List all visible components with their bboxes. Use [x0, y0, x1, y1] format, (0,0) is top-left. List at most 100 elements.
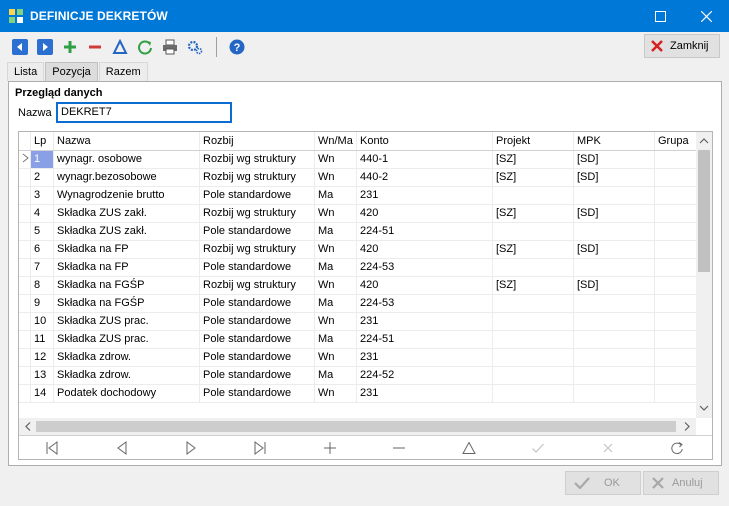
cell-nazwa[interactable]: Składka ZUS prac.: [53, 330, 200, 349]
cell-konto[interactable]: 420: [356, 240, 493, 259]
cell-projekt[interactable]: [SZ]: [492, 204, 574, 223]
cell-konto[interactable]: 420: [356, 276, 493, 295]
cell-projekt[interactable]: [SZ]: [492, 240, 574, 259]
table-row[interactable]: 12 Składka zdrow. Pole standardowe Wn 231: [19, 348, 705, 367]
cell-wnma[interactable]: Wn: [314, 204, 357, 223]
cell-nazwa[interactable]: Składka na FP: [53, 258, 200, 277]
cell-lp[interactable]: 13: [30, 366, 54, 385]
cell-wnma[interactable]: Wn: [314, 384, 357, 403]
cell-mpk[interactable]: [573, 330, 655, 349]
ok-button[interactable]: OK: [565, 471, 641, 495]
table-row[interactable]: 11 Składka ZUS prac. Pole standardowe Ma 224…: [19, 330, 705, 349]
cell-projekt[interactable]: [492, 384, 574, 403]
print-button[interactable]: [161, 38, 179, 56]
cell-rozbij[interactable]: Pole standardowe: [199, 348, 315, 367]
cell-projekt[interactable]: [492, 312, 574, 331]
cell-konto[interactable]: 224-51: [356, 330, 493, 349]
scroll-down-icon[interactable]: [696, 402, 712, 414]
cell-rozbij[interactable]: Rozbij wg struktury: [199, 168, 315, 187]
cell-mpk[interactable]: [573, 366, 655, 385]
tab-razem[interactable]: Razem: [98, 62, 148, 81]
cell-konto[interactable]: 231: [356, 186, 493, 205]
cell-rozbij[interactable]: Pole standardowe: [199, 186, 315, 205]
cell-lp[interactable]: 1: [30, 150, 54, 169]
cell-konto[interactable]: 440-1: [356, 150, 493, 169]
table-row[interactable]: 1 wynagr. osobowe Rozbij wg struktury Wn 440…: [19, 150, 705, 169]
close-button[interactable]: Zamknij: [644, 34, 720, 58]
cell-rozbij[interactable]: Rozbij wg struktury: [199, 276, 315, 295]
cell-rozbij[interactable]: Pole standardowe: [199, 258, 315, 277]
cell-rozbij[interactable]: Pole standardowe: [199, 366, 315, 385]
cell-projekt[interactable]: [492, 258, 574, 277]
table-row[interactable]: 10 Składka ZUS prac. Pole standardowe Wn 231: [19, 312, 705, 331]
refresh-button[interactable]: [136, 38, 154, 56]
scroll-up-icon[interactable]: [696, 135, 712, 147]
cell-projekt[interactable]: [492, 348, 574, 367]
tab-pozycja[interactable]: Pozycja: [45, 62, 98, 81]
cell-nazwa[interactable]: wynagr.bezosobowe: [53, 168, 200, 187]
edit-button[interactable]: [111, 38, 129, 56]
column-header-konto[interactable]: Konto: [356, 132, 493, 151]
cell-mpk[interactable]: [573, 384, 655, 403]
cancel-button[interactable]: Anuluj: [643, 471, 719, 495]
cell-lp[interactable]: 12: [30, 348, 54, 367]
tab-lista[interactable]: Lista: [7, 62, 45, 81]
delete-button[interactable]: [86, 38, 104, 56]
nav-first-button[interactable]: [44, 440, 60, 456]
cell-rozbij[interactable]: Rozbij wg struktury: [199, 240, 315, 259]
cell-rozbij[interactable]: Pole standardowe: [199, 330, 315, 349]
cell-lp[interactable]: 2: [30, 168, 54, 187]
nav-post-button[interactable]: [530, 440, 546, 456]
cell-konto[interactable]: 231: [356, 384, 493, 403]
cell-projekt[interactable]: [492, 330, 574, 349]
cell-nazwa[interactable]: Składka zdrow.: [53, 348, 200, 367]
nav-insert-button[interactable]: [322, 440, 338, 456]
cell-mpk[interactable]: [573, 222, 655, 241]
table-row[interactable]: 8 Składka na FGŚP Rozbij wg struktury Wn 420…: [19, 276, 705, 295]
cell-lp[interactable]: 3: [30, 186, 54, 205]
cell-konto[interactable]: 440-2: [356, 168, 493, 187]
cell-konto[interactable]: 231: [356, 348, 493, 367]
cell-lp[interactable]: 10: [30, 312, 54, 331]
cell-wnma[interactable]: Wn: [314, 348, 357, 367]
cell-nazwa[interactable]: Składka ZUS zakł.: [53, 222, 200, 241]
help-button[interactable]: ?: [228, 38, 246, 56]
cell-projekt[interactable]: [492, 294, 574, 313]
cell-lp[interactable]: 8: [30, 276, 54, 295]
cell-lp[interactable]: 9: [30, 294, 54, 313]
cell-lp[interactable]: 4: [30, 204, 54, 223]
nav-prior-button[interactable]: [114, 440, 130, 456]
cell-rozbij[interactable]: Pole standardowe: [199, 222, 315, 241]
horizontal-scroll-thumb[interactable]: [36, 421, 676, 432]
cell-mpk[interactable]: [573, 294, 655, 313]
nav-next-button[interactable]: [183, 440, 199, 456]
cell-lp[interactable]: 14: [30, 384, 54, 403]
cell-projekt[interactable]: [SZ]: [492, 150, 574, 169]
settings-button[interactable]: [186, 38, 204, 56]
column-header-nazwa[interactable]: Nazwa: [53, 132, 200, 151]
cell-wnma[interactable]: Ma: [314, 294, 357, 313]
vertical-scroll-thumb[interactable]: [698, 150, 710, 272]
cell-mpk[interactable]: [SD]: [573, 150, 655, 169]
cell-lp[interactable]: 6: [30, 240, 54, 259]
table-row[interactable]: 7 Składka na FP Pole standardowe Ma 224-53: [19, 258, 705, 277]
column-header-lp[interactable]: Lp: [30, 132, 54, 151]
cell-konto[interactable]: 224-53: [356, 258, 493, 277]
cell-wnma[interactable]: Ma: [314, 186, 357, 205]
column-header-projekt[interactable]: Projekt: [492, 132, 574, 151]
prev-record-button[interactable]: [11, 38, 29, 56]
maximize-button[interactable]: [637, 0, 683, 32]
cell-lp[interactable]: 11: [30, 330, 54, 349]
cell-lp[interactable]: 5: [30, 222, 54, 241]
cell-wnma[interactable]: Wn: [314, 240, 357, 259]
cell-nazwa[interactable]: Podatek dochodowy: [53, 384, 200, 403]
table-row[interactable]: 5 Składka ZUS zakł. Pole standardowe Ma 224-…: [19, 222, 705, 241]
cell-nazwa[interactable]: Składka na FGŚP: [53, 276, 200, 295]
nav-delete-button[interactable]: [391, 440, 407, 456]
cell-wnma[interactable]: Wn: [314, 276, 357, 295]
cell-mpk[interactable]: [SD]: [573, 240, 655, 259]
add-button[interactable]: [61, 38, 79, 56]
cell-konto[interactable]: 231: [356, 312, 493, 331]
cell-nazwa[interactable]: Składka ZUS zakł.: [53, 204, 200, 223]
cell-wnma[interactable]: Wn: [314, 168, 357, 187]
